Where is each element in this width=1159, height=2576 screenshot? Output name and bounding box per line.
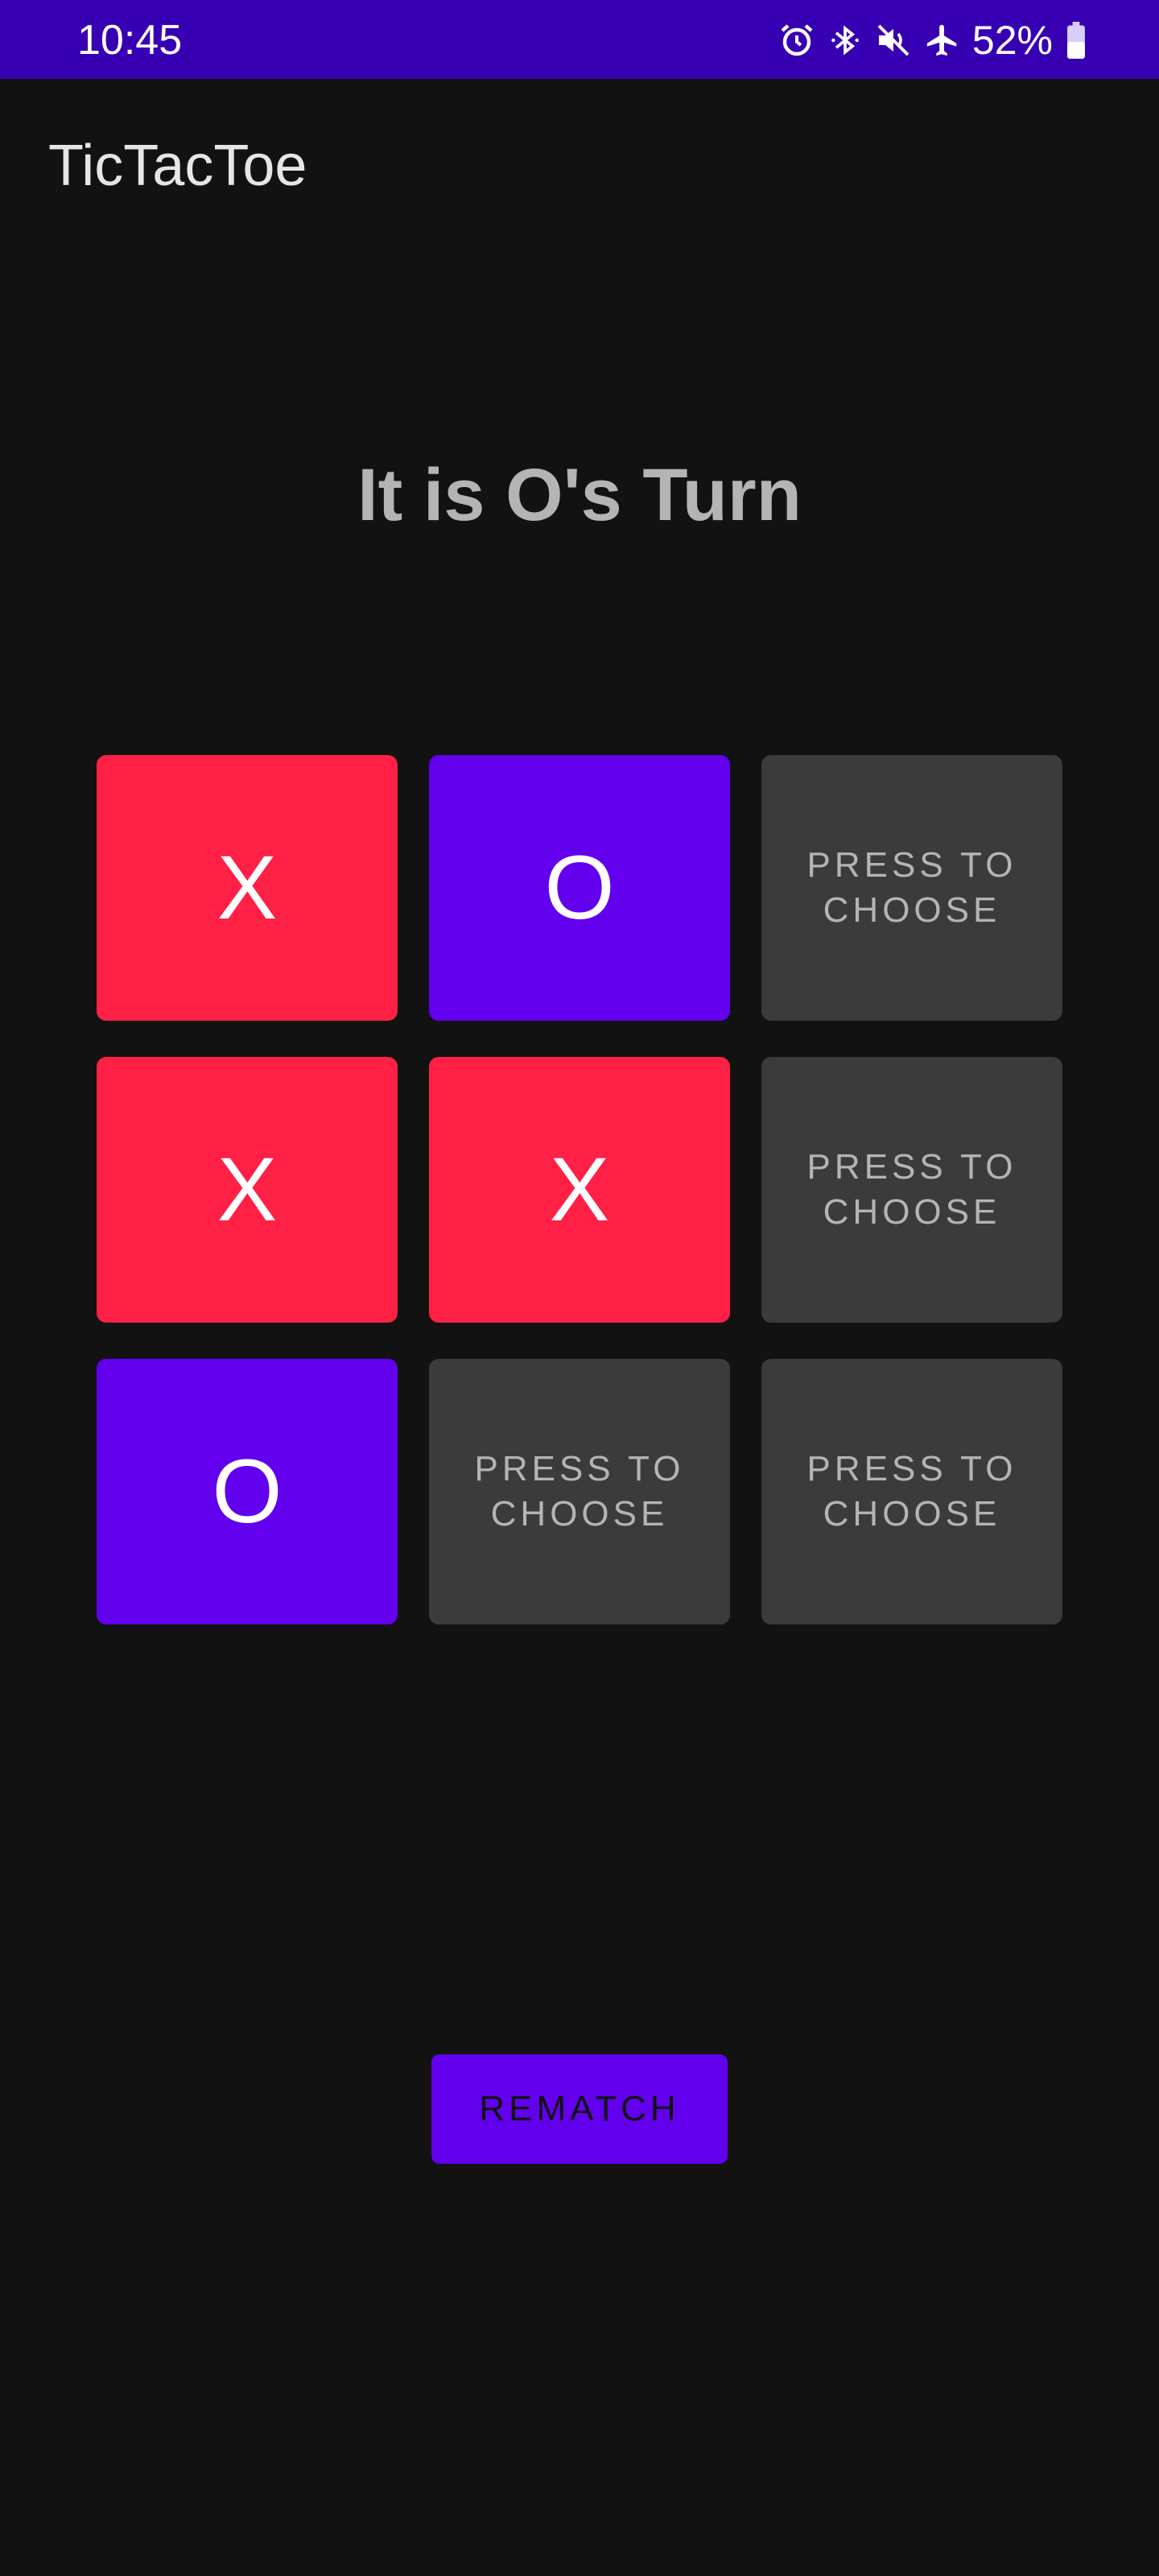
bluetooth-icon <box>827 21 863 60</box>
board-cell-5[interactable]: X <box>429 1057 730 1323</box>
airplane-mode-icon <box>924 21 961 60</box>
cell-label: PRESS TO CHOOSE <box>806 1147 1017 1232</box>
cell-label: X <box>217 837 278 938</box>
status-time: 10:45 <box>77 17 183 64</box>
app-title: TicTacToe <box>48 134 307 198</box>
status-bar: 10:45 52% <box>0 0 1159 79</box>
status-icons: 52% <box>777 18 1088 63</box>
board-cell-4[interactable]: X <box>97 1057 398 1323</box>
cell-label: PRESS TO CHOOSE <box>806 1449 1017 1534</box>
board-cell-1[interactable]: X <box>97 755 398 1021</box>
turn-indicator: It is O's Turn <box>357 454 802 536</box>
battery-icon <box>1064 21 1088 60</box>
board-cell-8[interactable]: PRESS TO CHOOSE <box>429 1359 730 1624</box>
board-cell-3[interactable]: PRESS TO CHOOSE <box>761 755 1062 1021</box>
cell-label: X <box>217 1139 278 1240</box>
board-cell-2[interactable]: O <box>429 755 730 1021</box>
board-cell-9[interactable]: PRESS TO CHOOSE <box>761 1359 1062 1624</box>
alarm-icon <box>777 21 816 60</box>
rematch-button[interactable]: REMATCH <box>431 2054 728 2164</box>
cell-label: PRESS TO CHOOSE <box>806 845 1017 930</box>
battery-percentage: 52% <box>971 18 1053 63</box>
cell-label: PRESS TO CHOOSE <box>474 1449 685 1534</box>
cell-label: O <box>544 837 615 938</box>
cell-label: O <box>212 1441 283 1542</box>
cell-label: X <box>549 1139 610 1240</box>
board-cell-6[interactable]: PRESS TO CHOOSE <box>761 1057 1062 1323</box>
mute-icon <box>874 21 913 60</box>
rematch-label: REMATCH <box>479 2089 680 2128</box>
board-cell-7[interactable]: O <box>97 1359 398 1624</box>
